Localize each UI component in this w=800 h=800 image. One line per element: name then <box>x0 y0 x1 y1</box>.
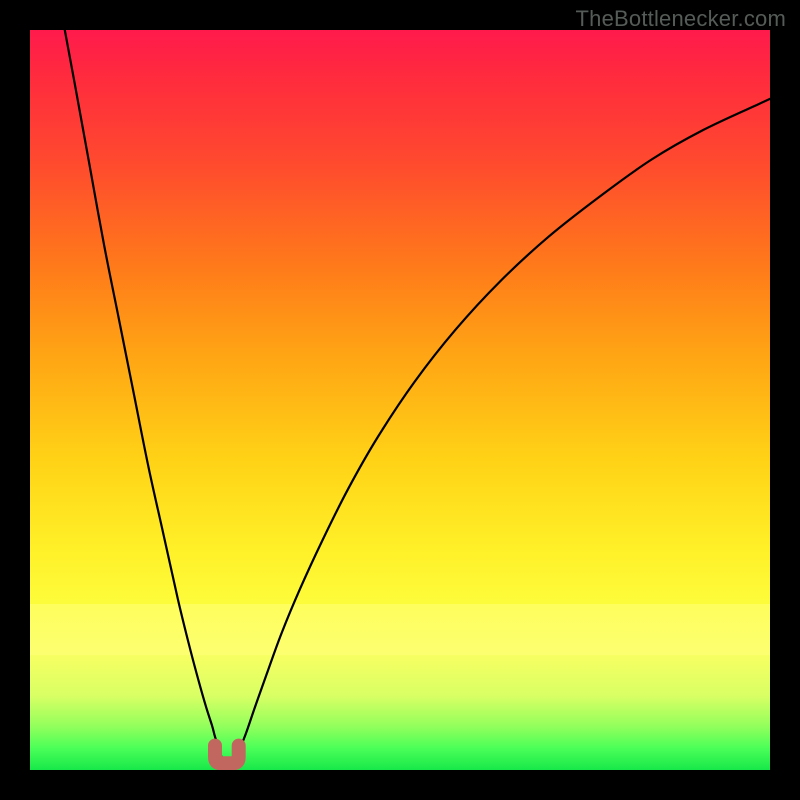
right-branch-curve <box>234 99 770 761</box>
chart-frame: TheBottlenecker.com <box>0 0 800 800</box>
curve-layer <box>30 30 770 770</box>
cusp-marker <box>215 746 239 764</box>
left-branch-curve <box>65 30 223 761</box>
plot-area <box>30 30 770 770</box>
watermark-label: TheBottlenecker.com <box>576 6 786 32</box>
